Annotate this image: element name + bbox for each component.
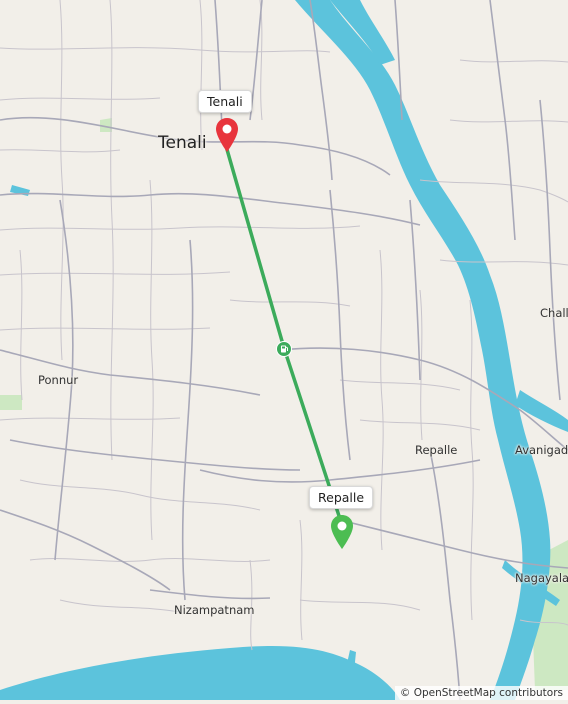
place-label-ponnur: Ponnur (38, 373, 79, 387)
end-marker-icon[interactable] (329, 514, 355, 550)
place-label-repalle: Repalle (415, 443, 458, 457)
place-label-avanigadda: Avanigad (515, 443, 568, 457)
place-label-tenali: Tenali (158, 133, 207, 153)
start-marker-icon[interactable] (214, 117, 240, 153)
map-attribution[interactable]: © OpenStreetMap contributors (394, 686, 568, 700)
end-callout[interactable]: Repalle (309, 486, 374, 509)
fuel-station-icon[interactable] (276, 341, 292, 357)
map-canvas[interactable]: Tenali Ponnur Repalle Nizampatnam Avanig… (0, 0, 568, 701)
start-callout[interactable]: Tenali (198, 90, 252, 113)
place-label-nizampatnam: Nizampatnam (174, 603, 255, 617)
place-label-nagayalanka: Nagayala (515, 571, 568, 585)
place-label-challapalli: Chall (540, 306, 568, 320)
